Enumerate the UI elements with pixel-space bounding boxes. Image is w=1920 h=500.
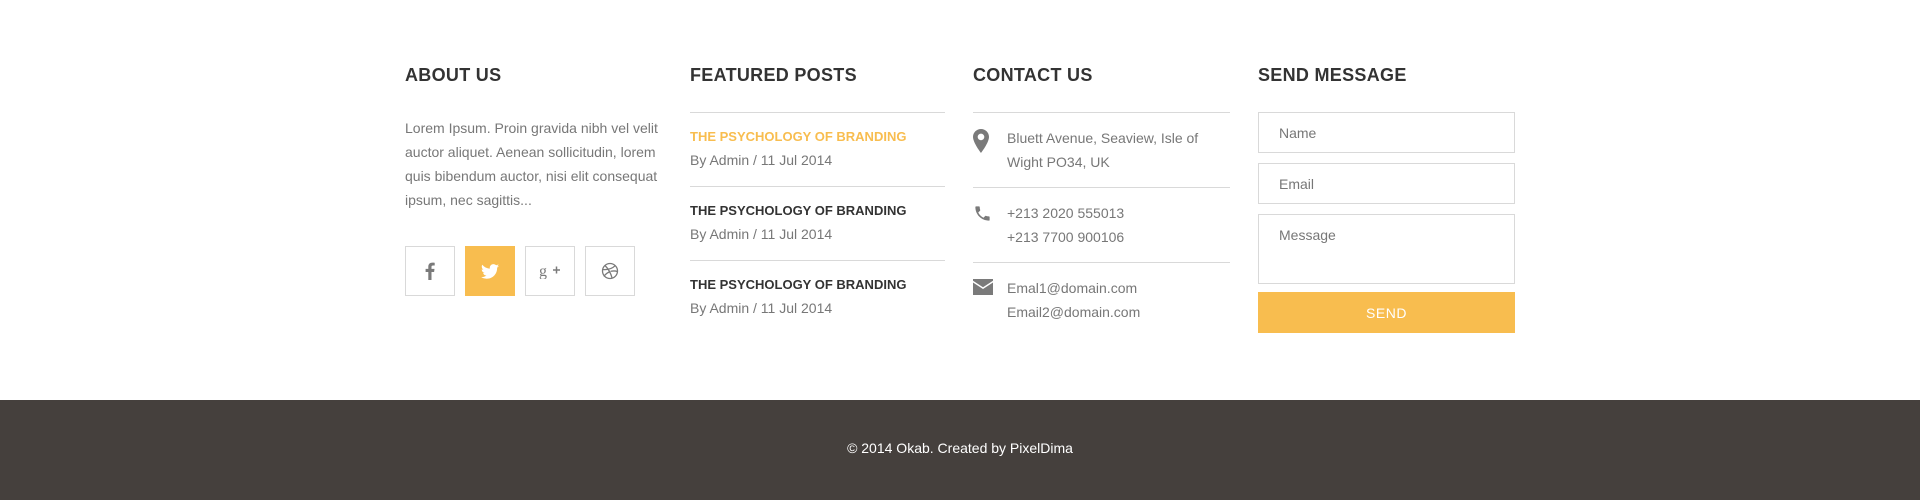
address-line: Wight PO34, UK	[1007, 154, 1110, 170]
address-line: Bluett Avenue, Seaview, Isle of	[1007, 130, 1199, 146]
featured-title: FEATURED POSTS	[690, 65, 857, 85]
copyright-bar: © 2014 Okab. Created by PixelDima	[0, 400, 1920, 500]
about-section: ABOUT US Lorem Ipsum. Proin gravida nibh…	[405, 64, 665, 296]
post-title-link[interactable]: THE PSYCHOLOGY OF BRANDING	[690, 126, 945, 148]
copyright-text: © 2014 Okab. Created by PixelDima	[847, 440, 1073, 456]
facebook-button[interactable]	[405, 246, 455, 296]
email-field[interactable]	[1258, 163, 1515, 204]
dribbble-button[interactable]	[585, 246, 635, 296]
email-address[interactable]: Emal1@domain.com	[1007, 276, 1140, 300]
phone-icon	[973, 201, 1007, 262]
social-links: g	[405, 246, 665, 296]
contact-title: CONTACT US	[973, 65, 1093, 85]
post-item: THE PSYCHOLOGY OF BRANDING By Admin / 11…	[690, 112, 945, 186]
post-title-link[interactable]: THE PSYCHOLOGY OF BRANDING	[690, 200, 945, 222]
facebook-icon	[425, 262, 435, 280]
post-meta: By Admin / 11 Jul 2014	[690, 152, 833, 168]
svg-text:g: g	[539, 263, 547, 279]
post-item: THE PSYCHOLOGY OF BRANDING By Admin / 11…	[690, 186, 945, 260]
phone-number: +213 7700 900106	[1007, 229, 1125, 245]
post-meta: By Admin / 11 Jul 2014	[690, 226, 833, 242]
send-button[interactable]: SEND	[1258, 292, 1515, 333]
footer-widgets: ABOUT US Lorem Ipsum. Proin gravida nibh…	[0, 0, 1920, 400]
name-field[interactable]	[1258, 112, 1515, 153]
send-title: SEND MESSAGE	[1258, 65, 1407, 85]
envelope-icon	[973, 276, 1007, 337]
contact-address: Bluett Avenue, Seaview, Isle of Wight PO…	[973, 112, 1230, 187]
featured-posts-section: FEATURED POSTS THE PSYCHOLOGY OF BRANDIN…	[690, 64, 945, 334]
google-plus-button[interactable]: g	[525, 246, 575, 296]
map-marker-icon	[973, 126, 1007, 187]
about-text: Lorem Ipsum. Proin gravida nibh vel veli…	[405, 120, 658, 208]
contact-phone: +213 2020 555013 +213 7700 900106	[973, 187, 1230, 262]
contact-section: CONTACT US Bluett Avenue, Seaview, Isle …	[973, 64, 1230, 337]
message-field[interactable]	[1258, 214, 1515, 284]
twitter-button[interactable]	[465, 246, 515, 296]
contact-email: Emal1@domain.com Email2@domain.com	[973, 262, 1230, 337]
about-title: ABOUT US	[405, 65, 502, 85]
post-title-link[interactable]: THE PSYCHOLOGY OF BRANDING	[690, 274, 945, 296]
phone-number: +213 2020 555013	[1007, 205, 1125, 221]
send-message-section: SEND MESSAGE SEND	[1258, 64, 1516, 333]
google-plus-icon: g	[539, 263, 561, 279]
email-address[interactable]: Email2@domain.com	[1007, 300, 1140, 324]
post-item: THE PSYCHOLOGY OF BRANDING By Admin / 11…	[690, 260, 945, 334]
dribbble-icon	[601, 262, 619, 280]
twitter-icon	[481, 263, 499, 279]
post-meta: By Admin / 11 Jul 2014	[690, 300, 833, 316]
